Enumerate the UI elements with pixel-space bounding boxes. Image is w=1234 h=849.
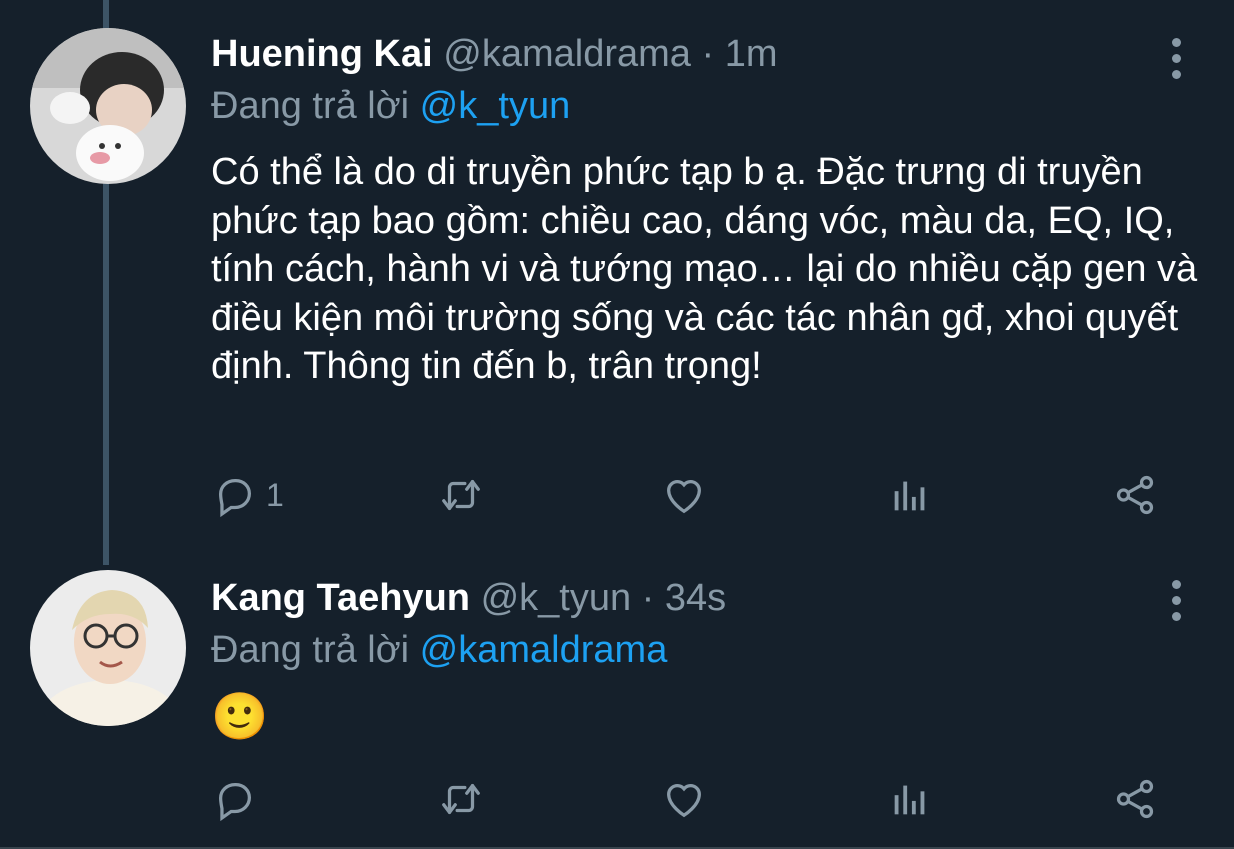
tweet-header: Kang Taehyun @k_tyun · 34s — [211, 574, 726, 622]
tweet-text: 🙂 — [211, 690, 269, 742]
like-button[interactable] — [661, 470, 707, 520]
analytics-icon — [894, 785, 925, 815]
tweet-actions: 1 — [0, 470, 1234, 520]
analytics-button[interactable] — [887, 470, 933, 520]
comment-bubble-icon — [218, 478, 252, 518]
comment-bubble-icon — [218, 782, 252, 822]
retweet-icon — [442, 479, 480, 511]
reply-count: 1 — [266, 476, 284, 513]
reply-button[interactable] — [212, 774, 266, 824]
retweet-button[interactable] — [438, 470, 484, 520]
more-vertical-icon[interactable] — [1170, 580, 1182, 621]
timestamp[interactable]: 1m — [725, 33, 778, 75]
tweet[interactable]: Kang Taehyun @k_tyun · 34s Đang trả lời … — [0, 560, 1234, 849]
like-button[interactable] — [661, 774, 707, 824]
analytics-button[interactable] — [887, 774, 933, 824]
replying-to-label: Đang trả lời — [211, 85, 420, 127]
replying-to-label: Đang trả lời — [211, 629, 420, 671]
more-vertical-icon[interactable] — [1170, 38, 1182, 79]
replying-to-line: Đang trả lời @k_tyun — [211, 82, 570, 130]
tweet-actions — [0, 774, 1234, 824]
avatar[interactable] — [30, 28, 186, 184]
retweet-icon — [442, 783, 480, 815]
replying-to-line: Đang trả lời @kamaldrama — [211, 626, 667, 674]
heart-icon — [667, 480, 701, 514]
username-handle[interactable]: @k_tyun — [481, 577, 632, 619]
reply-button[interactable]: 1 — [212, 470, 284, 520]
retweet-button[interactable] — [438, 774, 484, 824]
share-icon — [1116, 475, 1154, 515]
display-name[interactable]: Kang Taehyun — [211, 577, 470, 619]
share-button[interactable] — [1112, 470, 1158, 520]
mention-link[interactable]: @k_tyun — [420, 85, 571, 127]
display-name[interactable]: Huening Kai — [211, 33, 433, 75]
tweet[interactable]: Huening Kai @kamaldrama · 1m Đang trả lờ… — [0, 0, 1234, 565]
analytics-icon — [894, 481, 925, 511]
share-button[interactable] — [1112, 774, 1158, 824]
tweet-header: Huening Kai @kamaldrama · 1m — [211, 30, 777, 78]
timestamp[interactable]: 34s — [665, 577, 726, 619]
separator-dot: · — [641, 577, 655, 619]
avatar[interactable] — [30, 570, 186, 726]
separator-dot: · — [701, 33, 715, 75]
heart-icon — [667, 784, 701, 818]
avatar-image — [30, 570, 186, 726]
tweet-text: Có thể là do di truyền phức tạp b ạ. Đặc… — [211, 151, 1198, 387]
mention-link[interactable]: @kamaldrama — [420, 629, 668, 671]
username-handle[interactable]: @kamaldrama — [443, 33, 691, 75]
avatar-image — [30, 28, 186, 184]
share-icon — [1116, 779, 1154, 819]
